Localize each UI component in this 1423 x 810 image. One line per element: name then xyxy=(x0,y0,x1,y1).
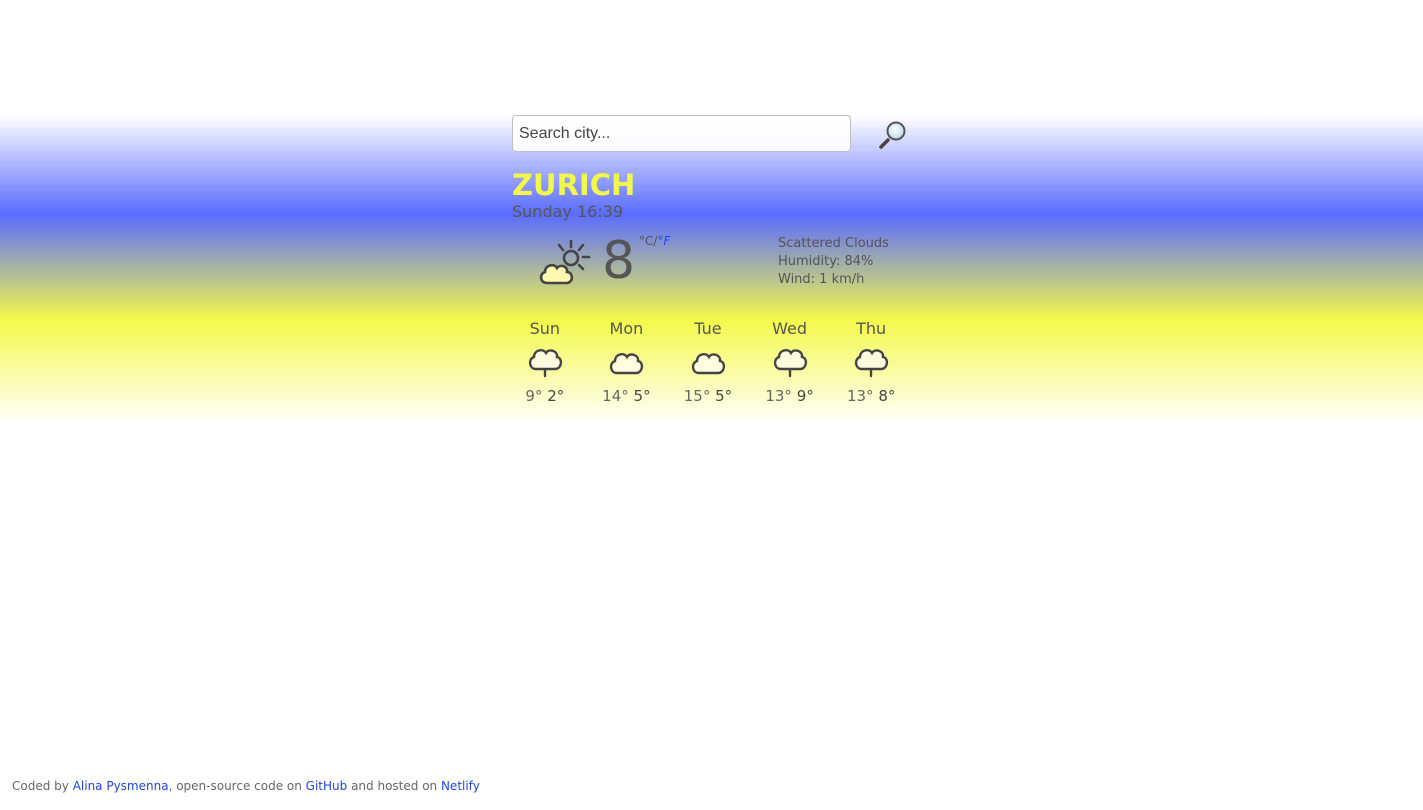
forecast-day-icon xyxy=(667,345,749,385)
search-form xyxy=(512,115,912,152)
forecast-day-name: Tue xyxy=(694,319,722,338)
weather-details: Scattered Clouds Humidity: 84% Wind: 1 k… xyxy=(778,235,889,289)
forecast-min-temp: 5° xyxy=(633,387,651,405)
forecast-day-name: Sun xyxy=(529,319,561,338)
forecast-max-temp: 13° xyxy=(765,387,792,405)
forecast-min-temp: 5° xyxy=(715,387,733,405)
forecast-max-temp: 13° xyxy=(846,387,874,405)
forecast-min-temp: 8° xyxy=(878,387,896,405)
wind: Wind: 1 km/h xyxy=(778,272,865,287)
forecast-day: Wed 13° 9° xyxy=(749,319,831,405)
netlify-link[interactable]: Netlify xyxy=(441,779,480,793)
forecast-day-temps: 9° 2° xyxy=(504,387,586,405)
forecast-day-icon xyxy=(504,345,586,385)
footer-middle: , open-source code on xyxy=(168,779,306,793)
forecast-day-icon xyxy=(586,345,668,385)
weather-app: ZURICH Sunday 16:39 8 °C/°F Scattered Cl… xyxy=(512,115,912,405)
rain-cloud-icon xyxy=(528,349,562,378)
rain-cloud-icon xyxy=(773,349,807,378)
forecast-day-temps: 13° 9° xyxy=(749,387,831,405)
rain-cloud-icon xyxy=(855,349,889,378)
forecast-max-temp: 15° xyxy=(683,387,711,405)
unit-toggle: °C/°F xyxy=(639,234,670,248)
forecast-day-icon xyxy=(830,345,912,385)
weather-description: Scattered Clouds xyxy=(778,236,889,251)
current-temperature: 8 xyxy=(602,231,636,291)
search-input[interactable] xyxy=(512,115,851,152)
forecast-day-name: Mon xyxy=(609,319,644,338)
magnifier-icon xyxy=(879,121,906,149)
forecast-day-icon xyxy=(749,345,831,385)
search-button[interactable] xyxy=(878,119,908,149)
forecast-day: Thu 13° 8° xyxy=(830,319,912,405)
partly-cloudy-icon xyxy=(539,239,591,285)
city-name: ZURICH xyxy=(512,168,636,202)
forecast-day-temps: 13° 8° xyxy=(830,387,912,405)
cloud-icon xyxy=(691,353,726,375)
forecast-day: Sun 9° 2° xyxy=(504,319,586,405)
fahrenheit-link[interactable]: °F xyxy=(657,234,670,248)
author-link[interactable]: Alina Pysmenna xyxy=(73,779,169,793)
footer-suffix: and hosted on xyxy=(347,779,441,793)
celsius-unit[interactable]: °C xyxy=(639,234,653,248)
forecast-day-temps: 14° 5° xyxy=(586,387,668,405)
forecast-day-temps: 15° 5° xyxy=(667,387,749,405)
forecast-day-name: Wed xyxy=(772,319,808,338)
forecast-day: Mon 14° 5° xyxy=(586,319,668,405)
current-weather: 8 °C/°F Scattered Clouds Humidity: 84% W… xyxy=(512,231,912,311)
humidity: Humidity: 84% xyxy=(778,254,874,269)
forecast: Sun 9° 2° Mon 14° 5° Tue 15° 5° Wed 13° … xyxy=(504,319,912,405)
footer: Coded by Alina Pysmenna, open-source cod… xyxy=(12,779,480,793)
current-datetime: Sunday 16:39 xyxy=(512,202,624,221)
forecast-max-temp: 9° xyxy=(525,387,543,405)
cloud-icon xyxy=(610,353,644,375)
forecast-day-name: Thu xyxy=(856,319,887,338)
forecast-day: Tue 15° 5° xyxy=(667,319,749,405)
forecast-min-temp: 9° xyxy=(796,387,814,405)
github-link[interactable]: GitHub xyxy=(306,779,348,793)
forecast-max-temp: 14° xyxy=(602,387,629,405)
footer-prefix: Coded by xyxy=(12,779,73,793)
forecast-min-temp: 2° xyxy=(547,387,565,405)
